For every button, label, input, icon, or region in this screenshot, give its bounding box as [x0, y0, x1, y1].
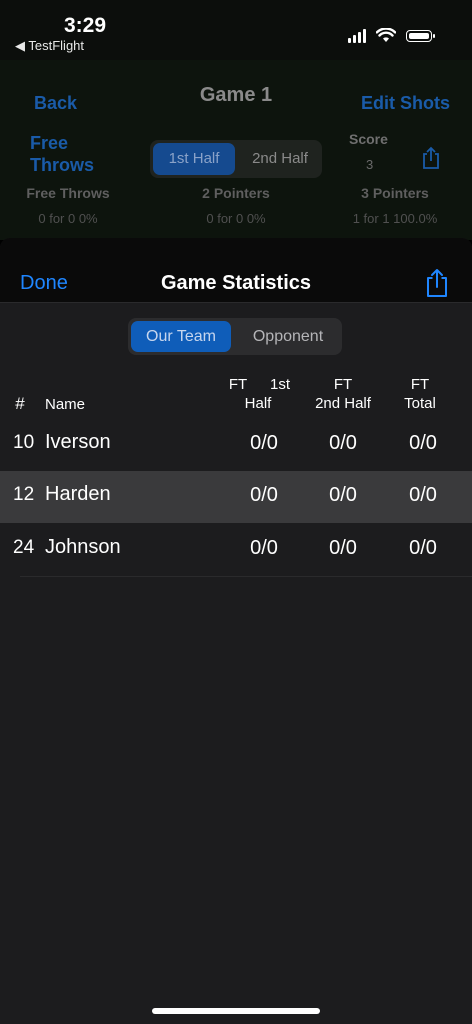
- cellular-signal-icon: [348, 28, 366, 43]
- ft-first-half-value: 0/0: [250, 484, 278, 506]
- ft-total-value: 0/0: [409, 484, 437, 506]
- header-ft1-half-number: 1st: [269, 376, 290, 393]
- player-number: 24: [13, 537, 35, 558]
- game-statistics-sheet: Done Game Statistics Our Team Opponent #…: [0, 238, 472, 1024]
- player-number: 10: [13, 432, 35, 453]
- battery-icon: [406, 29, 435, 42]
- segment-opponent[interactable]: Opponent: [236, 321, 340, 352]
- table-row[interactable]: 12 Harden 0/0 0/0 0/0: [0, 471, 472, 523]
- status-time: 3:29: [64, 14, 107, 37]
- wifi-icon: [376, 28, 396, 42]
- free-throws-column-label: Free Throws: [26, 185, 110, 201]
- row-divider: [20, 576, 472, 577]
- player-name: Johnson: [45, 536, 121, 558]
- ft-second-half-value: 0/0: [329, 484, 357, 506]
- table-row[interactable]: 10 Iverson 0/0 0/0 0/0: [0, 419, 472, 471]
- segment-our-team[interactable]: Our Team: [131, 321, 231, 352]
- share-icon[interactable]: [425, 268, 449, 298]
- back-to-app-link[interactable]: ◀ TestFlight: [15, 38, 84, 54]
- two-pointers-value: 0 for 0 0%: [206, 211, 266, 226]
- player-name: Iverson: [45, 431, 111, 453]
- segment-second-half[interactable]: 2nd Half: [240, 143, 320, 175]
- three-pointers-column-label: 3 Pointers: [361, 185, 429, 201]
- three-pointers-value: 1 for 1 100.0%: [352, 211, 438, 226]
- player-name: Harden: [45, 483, 111, 505]
- half-segmented-control: 1st Half 2nd Half: [150, 140, 322, 178]
- table-row[interactable]: 24 Johnson 0/0 0/0 0/0: [0, 524, 472, 576]
- team-segmented-control: Our Team Opponent: [128, 318, 342, 355]
- ft-total-value: 0/0: [409, 432, 437, 454]
- ft-second-half-value: 0/0: [329, 537, 357, 559]
- header-ft2-half: 2nd Half: [315, 395, 371, 412]
- edit-shots-button[interactable]: Edit Shots: [361, 93, 450, 114]
- back-app-label: TestFlight: [28, 38, 85, 53]
- two-pointers-column-label: 2 Pointers: [202, 185, 270, 201]
- home-indicator[interactable]: [152, 1008, 320, 1014]
- ft-total-value: 0/0: [409, 537, 437, 559]
- segment-first-half[interactable]: 1st Half: [153, 143, 235, 175]
- status-bar: 3:29 ◀ TestFlight: [0, 0, 472, 60]
- free-throws-value: 0 for 0 0%: [38, 211, 98, 226]
- ft-second-half-value: 0/0: [329, 432, 357, 454]
- header-ft1-half: Half: [244, 395, 272, 412]
- header-ft2-ft: FT: [333, 376, 353, 393]
- sheet-title: Game Statistics: [160, 272, 312, 294]
- player-number: 12: [13, 484, 35, 505]
- back-triangle-icon: ◀: [15, 38, 25, 53]
- score-value: 3: [366, 157, 374, 172]
- game-share-icon[interactable]: [421, 146, 441, 170]
- header-ft-total-ft: FT: [410, 376, 430, 393]
- game-screen-background: Back Game 1 Edit Shots Free Throws 1st H…: [0, 60, 472, 240]
- sheet-header: Done Game Statistics: [0, 238, 472, 303]
- ft-first-half-value: 0/0: [250, 537, 278, 559]
- header-ft1-ft: FT: [228, 376, 248, 393]
- header-name: Name: [45, 396, 86, 413]
- free-throws-link[interactable]: Free Throws: [30, 132, 120, 176]
- header-ft-total: Total: [404, 395, 436, 412]
- score-label: Score: [349, 131, 388, 147]
- header-number: #: [15, 394, 25, 413]
- ft-first-half-value: 0/0: [250, 432, 278, 454]
